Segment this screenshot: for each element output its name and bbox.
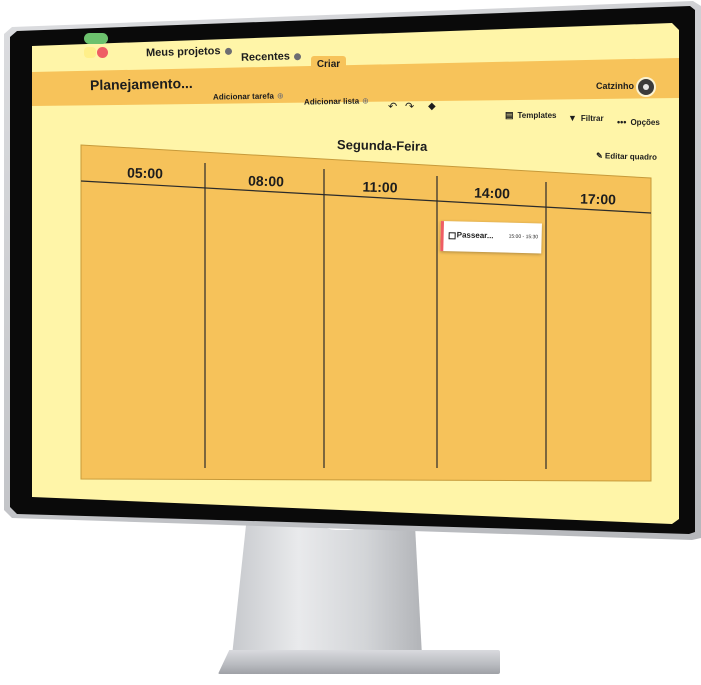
day-title: Segunda-Feira bbox=[336, 137, 428, 154]
column-time-05: 05:00 bbox=[126, 164, 164, 182]
add-task-label: Adicionar tarefa bbox=[212, 91, 274, 102]
templates-icon: ▤ bbox=[505, 110, 514, 120]
logo-yellow-square bbox=[84, 47, 96, 58]
user-name: Catzinho bbox=[596, 81, 634, 91]
logo-red-dot bbox=[97, 47, 108, 58]
plus-circle-icon: ⊕ bbox=[362, 96, 369, 106]
edit-board-button[interactable]: ✎ Editar quadro bbox=[596, 151, 657, 162]
edit-board-label: Editar quadro bbox=[604, 151, 658, 162]
filter-label: Filtrar bbox=[580, 114, 604, 123]
task-card[interactable]: Passear... 15:00 - 15:30 bbox=[440, 221, 542, 254]
templates-button[interactable]: ▤ Templates bbox=[505, 110, 557, 121]
add-list-label: Adicionar lista bbox=[303, 96, 360, 107]
add-task-button[interactable]: Adicionar tarefa ⊕ bbox=[213, 91, 284, 101]
logo-green-pill bbox=[84, 33, 108, 44]
board-title[interactable]: Planejamento... bbox=[90, 75, 193, 93]
redo-icon[interactable]: ↷ bbox=[405, 100, 414, 113]
recent-dropdown-icon bbox=[293, 52, 302, 60]
task-checkbox[interactable] bbox=[448, 232, 456, 240]
add-list-button[interactable]: Adicionar lista ⊕ bbox=[304, 96, 369, 106]
undo-icon[interactable]: ↶ bbox=[388, 100, 397, 113]
options-label: Opções bbox=[630, 118, 660, 127]
monitor-base bbox=[218, 650, 500, 674]
options-button[interactable]: ••• Opções bbox=[617, 117, 660, 127]
monitor-stand bbox=[232, 514, 422, 656]
plus-circle-icon: ⊕ bbox=[276, 91, 284, 101]
column-time-14: 14:00 bbox=[473, 184, 511, 202]
task-time: 15:00 - 15:30 bbox=[508, 233, 539, 241]
my-projects-dropdown-icon bbox=[224, 47, 232, 55]
create-button[interactable]: Criar bbox=[311, 56, 346, 73]
filter-button[interactable]: ▼ Filtrar bbox=[568, 113, 604, 123]
templates-label: Templates bbox=[517, 111, 557, 120]
nav-recent-label: Recentes bbox=[240, 50, 291, 64]
avatar[interactable] bbox=[636, 77, 656, 97]
column-time-17: 17:00 bbox=[579, 190, 617, 208]
more-icon: ••• bbox=[617, 117, 627, 127]
column-time-08: 08:00 bbox=[247, 172, 285, 190]
nav-my-projects-label: Meus projetos bbox=[145, 45, 221, 60]
nav-my-projects[interactable]: Meus projetos bbox=[146, 45, 232, 59]
nav-recent[interactable]: Recentes bbox=[240, 50, 302, 64]
pencil-icon: ✎ bbox=[595, 151, 603, 161]
filter-icon: ▼ bbox=[568, 113, 577, 123]
column-time-11: 11:00 bbox=[362, 178, 398, 196]
task-name: Passear... bbox=[456, 230, 494, 241]
eraser-icon[interactable]: ◆ bbox=[428, 101, 436, 112]
